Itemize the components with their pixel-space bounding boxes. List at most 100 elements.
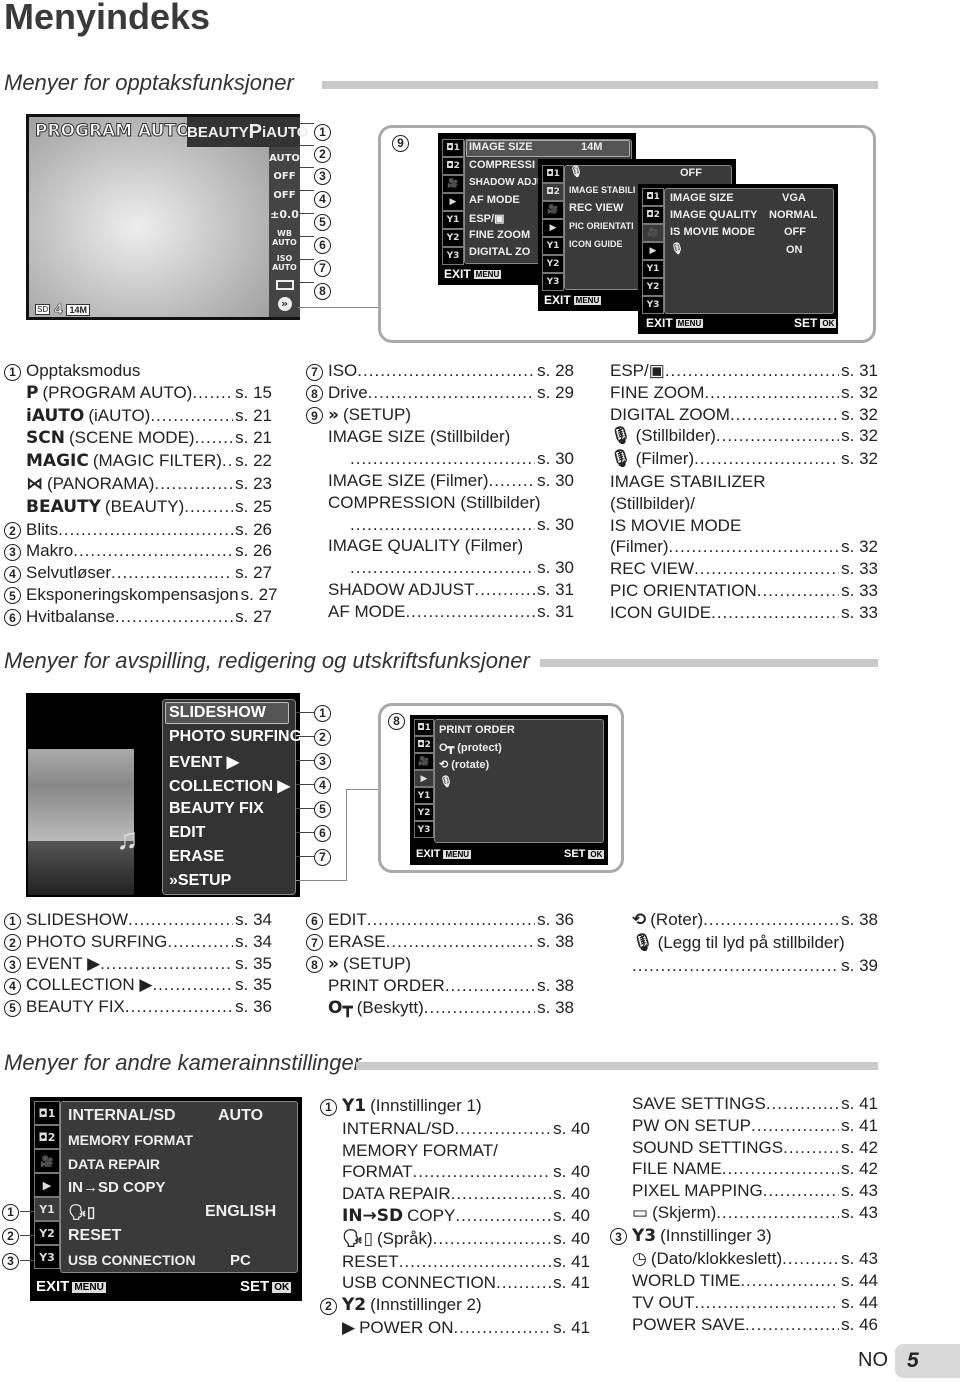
tab-settings-1[interactable]: Y1 (34, 1197, 60, 1221)
tab-movie[interactable]: 🎥 (442, 175, 464, 193)
menu-item-rec-view[interactable]: REC VIEW (569, 202, 623, 214)
mode-tab-p[interactable]: P (249, 121, 262, 144)
page-ref[interactable]: s. 39 (839, 955, 878, 977)
menu-item-usb-connection[interactable]: USB CONNECTION (68, 1252, 196, 1268)
menu-item-setup[interactable]: »SETUP (169, 872, 231, 890)
page-ref[interactable]: s. 32 (839, 404, 878, 426)
tab-settings-3[interactable]: Y3 (414, 821, 434, 838)
page-ref[interactable]: s. 29 (535, 382, 574, 404)
page-ref[interactable]: s. 35 (233, 953, 272, 975)
menu-item-image-size-movie[interactable]: IMAGE SIZE (670, 192, 734, 204)
tab-settings-3[interactable]: Y3 (442, 247, 464, 265)
tab-settings-1[interactable]: Y1 (414, 787, 434, 804)
page-ref[interactable]: s. 31 (839, 360, 878, 382)
tab-playback[interactable]: ▶ (542, 219, 564, 237)
menu-item-pic-orientation[interactable]: PIC ORIENTATI (569, 221, 634, 231)
tab-settings-3[interactable]: Y3 (542, 273, 564, 291)
page-ref[interactable]: s. 38 (535, 975, 574, 997)
menu-item-print-order[interactable]: PRINT ORDER (439, 724, 515, 736)
menu-item-image-stabilizer[interactable]: IMAGE STABILI (569, 185, 635, 195)
page-ref[interactable]: s. 25 (233, 496, 272, 518)
page-ref[interactable]: s. 31 (535, 579, 574, 601)
page-ref[interactable]: s. 30 (535, 448, 574, 470)
tab-playback[interactable]: ▶ (442, 193, 464, 211)
page-ref[interactable]: s. 33 (839, 602, 878, 624)
page-ref[interactable]: s. 38 (839, 909, 878, 931)
menu-item-photo-surfing[interactable]: PHOTO SURFING (169, 728, 302, 746)
page-ref[interactable]: s. 21 (233, 427, 272, 449)
page-ref[interactable]: s. 30 (535, 514, 574, 536)
exit-button[interactable]: EXIT MENU (646, 316, 704, 330)
page-ref[interactable]: s. 33 (839, 580, 878, 602)
exit-button[interactable]: EXIT MENU (544, 293, 602, 307)
tab-camera-1[interactable]: ◘1 (542, 165, 564, 183)
exit-button[interactable]: EXIT MENU (444, 267, 502, 281)
page-ref[interactable]: s. 44 (839, 1292, 878, 1314)
exposure-icon[interactable]: ±0.0 (270, 208, 299, 221)
tab-settings-2[interactable]: Y2 (34, 1221, 60, 1245)
page-ref[interactable]: s. 40 (551, 1183, 590, 1205)
page-ref[interactable]: s. 26 (233, 519, 272, 541)
page-ref[interactable]: s. 36 (535, 909, 574, 931)
tab-movie[interactable]: 🎥 (414, 753, 434, 770)
tab-movie[interactable]: 🎥 (542, 201, 564, 219)
page-ref[interactable]: s. 26 (233, 540, 272, 562)
page-ref[interactable]: s. 27 (233, 562, 272, 584)
tab-camera-2[interactable]: ◘2 (34, 1125, 60, 1149)
mic-icon[interactable]: 🎙 (569, 165, 583, 178)
page-ref[interactable]: s. 27 (239, 584, 278, 606)
page-ref[interactable]: s. 46 (839, 1314, 878, 1336)
page-ref[interactable]: s. 41 (839, 1093, 878, 1115)
tab-movie[interactable]: 🎥 (642, 224, 664, 242)
menu-item-af-mode[interactable]: AF MODE (469, 194, 520, 206)
tab-settings-2[interactable]: Y2 (414, 804, 434, 821)
menu-item-internal-sd[interactable]: INTERNAL/SD (68, 1107, 176, 1125)
exit-button[interactable]: EXIT MENU (416, 848, 472, 860)
page-ref[interactable]: s. 34 (233, 931, 272, 953)
page-ref[interactable]: s. 21 (233, 405, 272, 427)
menu-item-is-movie-mode[interactable]: IS MOVIE MODE (670, 226, 755, 238)
page-ref[interactable]: s. 41 (551, 1272, 590, 1294)
page-ref[interactable]: s. 41 (551, 1317, 590, 1339)
drive-icon[interactable] (275, 279, 294, 290)
mode-tab-iauto[interactable]: iAUTO (262, 124, 308, 141)
mode-tab-beauty[interactable]: BEAUTY (187, 124, 249, 141)
tab-settings-2[interactable]: Y2 (642, 278, 664, 296)
tab-camera-2[interactable]: ◘2 (642, 206, 664, 224)
tab-playback[interactable]: ▶ (34, 1173, 60, 1197)
page-ref[interactable]: s. 32 (839, 425, 878, 447)
tab-settings-2[interactable]: Y2 (442, 229, 464, 247)
tab-settings-2[interactable]: Y2 (542, 255, 564, 273)
set-button[interactable]: SET OK (794, 316, 837, 330)
tab-settings-1[interactable]: Y1 (642, 260, 664, 278)
menu-item-reset[interactable]: RESET (68, 1227, 121, 1245)
menu-item-image-size[interactable]: IMAGE SIZE (469, 141, 533, 153)
page-ref[interactable]: s. 41 (839, 1115, 878, 1137)
page-ref[interactable]: s. 44 (839, 1270, 878, 1292)
iso-icon[interactable]: ISO AUTO (271, 254, 299, 272)
page-ref[interactable]: s. 34 (233, 909, 272, 931)
tab-settings-1[interactable]: Y1 (442, 211, 464, 229)
set-button[interactable]: SET OK (564, 848, 605, 860)
mic-icon[interactable]: 🎙 (439, 775, 453, 788)
page-ref[interactable]: s. 31 (535, 601, 574, 623)
rotate-icon[interactable]: ⟲ (rotate) (439, 758, 489, 771)
menu-item-erase[interactable]: ERASE (169, 848, 224, 866)
set-button[interactable]: SET OK (240, 1278, 292, 1295)
page-ref[interactable]: s. 40 (551, 1228, 590, 1250)
menu-item-edit[interactable]: EDIT (169, 824, 205, 842)
menu-item-fine-zoom[interactable]: FINE ZOOM (469, 229, 530, 241)
tab-camera-2[interactable]: ◘2 (414, 736, 434, 753)
tab-camera-1[interactable]: ◘1 (642, 188, 664, 206)
tab-settings-1[interactable]: Y1 (542, 237, 564, 255)
exit-button[interactable]: EXIT MENU (36, 1278, 106, 1295)
mic-icon[interactable]: 🎙 (670, 242, 684, 255)
menu-item-esp[interactable]: ESP/▣ (469, 212, 504, 225)
page-ref[interactable]: s. 42 (839, 1137, 878, 1159)
menu-item-digital-zoom[interactable]: DIGITAL ZO (469, 246, 530, 258)
menu-item-event[interactable]: EVENT ▶ (169, 752, 239, 772)
page-ref[interactable]: s. 41 (551, 1251, 590, 1273)
menu-item-icon-guide[interactable]: ICON GUIDE (569, 239, 623, 249)
protect-icon[interactable]: O┳ (protect) (439, 741, 502, 754)
menu-item-shadow-adjust[interactable]: SHADOW ADJU (469, 177, 544, 188)
